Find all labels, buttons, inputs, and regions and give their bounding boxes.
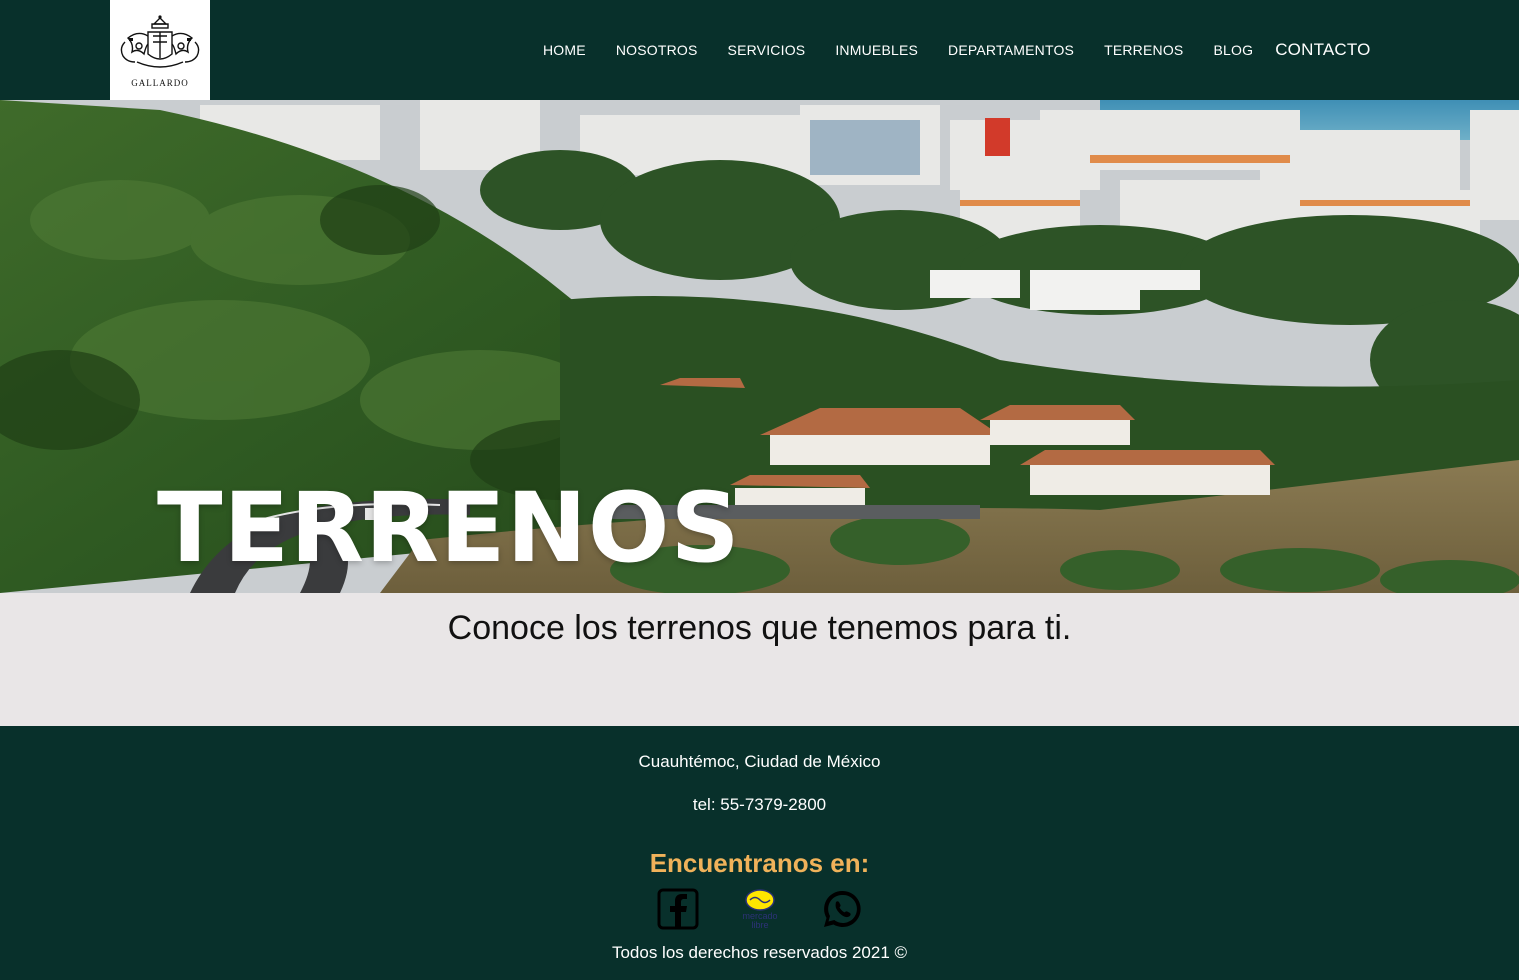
nav-blog[interactable]: BLOG [1213, 42, 1253, 58]
social-links: mercado libre [657, 888, 863, 930]
svg-text:libre: libre [751, 920, 768, 930]
hero-banner: TERRENOS [0, 100, 1519, 593]
crest-icon [120, 15, 200, 68]
nav-terrenos[interactable]: TERRENOS [1104, 42, 1183, 58]
mercado-libre-icon[interactable]: mercado libre [735, 888, 785, 930]
footer-find-us-heading: Encuentranos en: [649, 848, 870, 878]
intro-heading: Conoce los terrenos que tenemos para ti. [447, 609, 1072, 647]
intro-section: Conoce los terrenos que tenemos para ti. [0, 593, 1519, 726]
nav-home[interactable]: HOME [543, 42, 586, 58]
footer-phone[interactable]: tel: 55-7379-2800 [0, 795, 1519, 815]
nav-servicios[interactable]: SERVICIOS [728, 42, 806, 58]
whatsapp-icon[interactable] [821, 888, 863, 930]
footer-copyright: Todos los derechos reservados 2021 © [611, 943, 908, 962]
logo[interactable]: GALLARDO [110, 0, 210, 100]
site-header: GALLARDO HOME NOSOTROS SERVICIOS INMUEBL… [0, 0, 1519, 100]
site-footer: Cuauhtémoc, Ciudad de México tel: 55-737… [0, 726, 1519, 980]
logo-wordmark: GALLARDO [131, 78, 189, 88]
facebook-icon[interactable] [657, 888, 699, 930]
nav-nosotros[interactable]: NOSOTROS [616, 42, 698, 58]
footer-address: Cuauhtémoc, Ciudad de México [638, 752, 881, 771]
hero-title: TERRENOS [157, 472, 741, 584]
nav-departamentos[interactable]: DEPARTAMENTOS [948, 42, 1074, 58]
nav-inmuebles[interactable]: INMUEBLES [835, 42, 918, 58]
main-nav: HOME NOSOTROS SERVICIOS INMUEBLES DEPART… [543, 38, 1371, 62]
nav-contacto[interactable]: CONTACTO [1275, 40, 1370, 60]
